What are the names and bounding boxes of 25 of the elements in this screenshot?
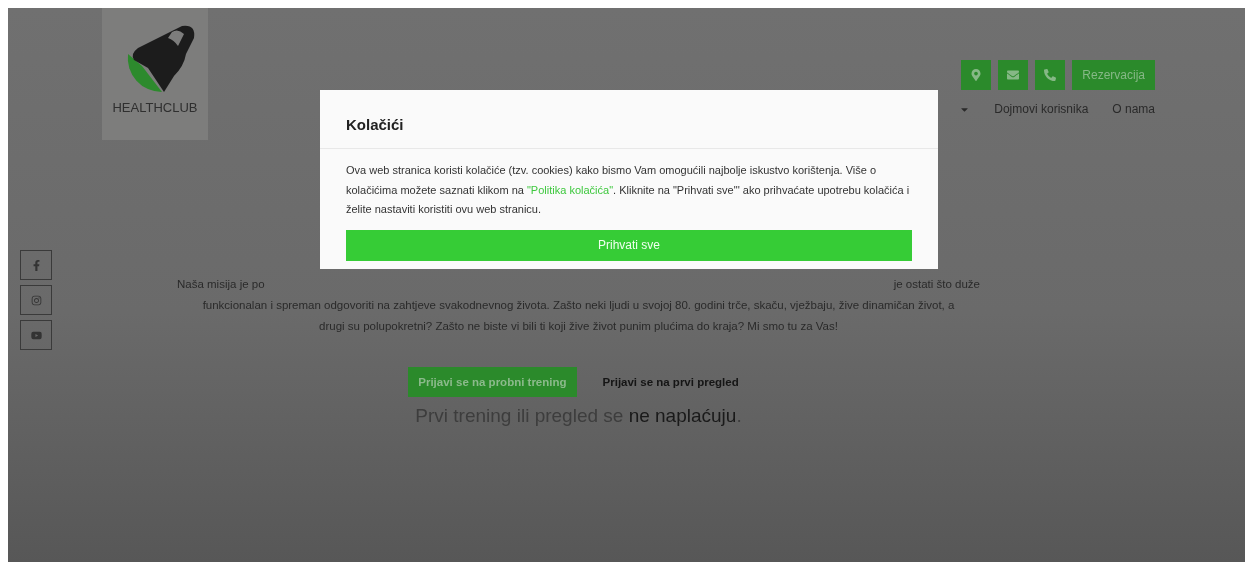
reservation-button[interactable]: Rezervacija	[1072, 60, 1155, 90]
youtube-icon	[30, 329, 42, 341]
nav-link[interactable]: O nama	[1112, 102, 1155, 116]
trial-training-button[interactable]: Prijavi se na probni trening	[408, 367, 577, 397]
instagram-button[interactable]	[20, 285, 52, 315]
phone-icon	[1044, 69, 1057, 81]
location-button[interactable]	[961, 60, 992, 90]
cookie-text: Ova web stranica koristi kolačiće (tzv. cookies) kako bismo Vam omogućili najbolje iskustvo korištenja. Više o kolačićima možete saznati klikom na "Politika kolačića". Kliknite na "Prihvati sve"' ako prihvaćate upotrebu kolačića i želite nastaviti koristiti ovu web stranicu.	[346, 163, 911, 217]
facebook-button[interactable]	[20, 250, 52, 280]
dialog-title: Kolačići	[346, 116, 404, 133]
mail-button[interactable]	[998, 60, 1029, 90]
nav-link[interactable]: Dojmovi korisnika	[994, 102, 1089, 116]
mission-text: Naša misija je po	[177, 277, 265, 292]
phone-button[interactable]	[1035, 60, 1066, 90]
logo-text: HEALTHCLUB	[112, 100, 198, 115]
mission-text: je ostati što duže	[893, 277, 980, 292]
cookie-policy-link[interactable]: "Politika kolačića"	[526, 183, 614, 196]
map-pin-icon	[970, 69, 983, 81]
mission-text: drugi su polupokretni? Zašto ne biste vi bili ti koji žive život punim plućima do kraja? Mi smo tu za Vas!	[319, 319, 838, 334]
accept-all-button[interactable]: Prihvati sve	[346, 229, 912, 261]
first-checkup-link[interactable]: Prijavi se na prvi pregled	[592, 367, 749, 397]
instagram-icon	[30, 294, 42, 306]
youtube-button[interactable]	[20, 320, 52, 350]
envelope-icon	[1007, 69, 1020, 81]
logo[interactable]: HEALTHCLUB	[102, 8, 208, 140]
